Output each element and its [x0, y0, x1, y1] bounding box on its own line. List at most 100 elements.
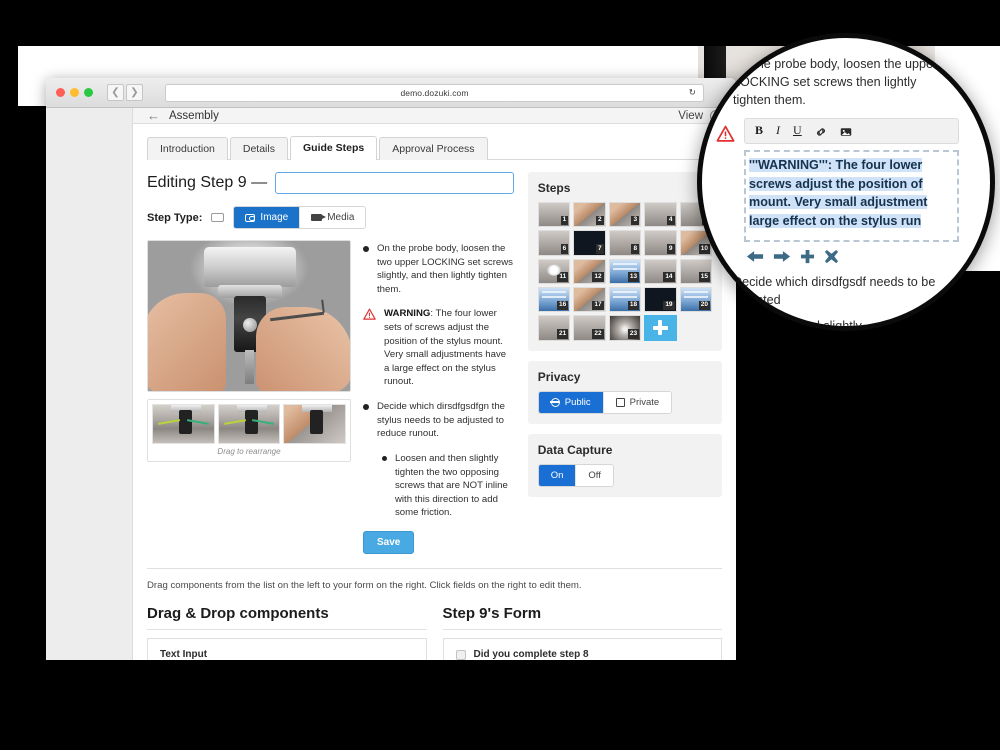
tab-introduction[interactable]: Introduction — [147, 137, 228, 160]
step-form-dropzone[interactable]: Did you complete step 8 — [443, 638, 723, 660]
tab-details[interactable]: Details — [230, 137, 288, 160]
steps-thumbnail-grid[interactable]: 1234567891011121314151617181920212223 — [538, 202, 712, 341]
delete-icon[interactable] — [824, 249, 839, 264]
step-editor-column: Editing Step 9 — Step Type: Image — [147, 172, 514, 554]
image-thumbnail-strip[interactable]: Drag to rearrange — [147, 399, 351, 462]
video-icon — [311, 214, 322, 221]
reload-icon[interactable]: ↻ — [689, 87, 696, 98]
step-thumbnail[interactable]: 22 — [573, 315, 605, 340]
step-thumbnail[interactable]: 18 — [609, 287, 641, 312]
list-item-warning[interactable]: WARNING: The four lower sets of screws a… — [363, 307, 514, 389]
step-thumbnail[interactable]: 16 — [538, 287, 570, 312]
list-item-sub[interactable]: Loosen and then slightly tighten the two… — [382, 452, 514, 520]
card-icon — [211, 213, 224, 222]
step-thumbnail[interactable]: 6 — [538, 230, 570, 255]
privacy-public-button[interactable]: Public — [539, 392, 603, 413]
backdrop-pad-bottom — [18, 660, 928, 676]
window-controls[interactable] — [56, 88, 93, 97]
chevron-left-icon[interactable]: ❮ — [107, 84, 124, 101]
step-thumbnail[interactable]: 23 — [609, 315, 641, 340]
view-label[interactable]: View — [678, 110, 703, 122]
step-form-column: Step 9's Form Did you complete step 8 — [443, 605, 723, 660]
data-capture-on-button[interactable]: On — [539, 465, 576, 486]
step-number-badge: 12 — [592, 272, 603, 282]
step-item-actions[interactable] — [746, 249, 984, 264]
close-icon[interactable] — [56, 88, 65, 97]
privacy-public-label: Public — [565, 397, 591, 408]
privacy-private-button[interactable]: Private — [603, 392, 672, 413]
move-right-icon[interactable] — [773, 249, 791, 264]
step-content-row: Drag to rearrange On the probe body, loo… — [147, 240, 514, 554]
link-icon[interactable] — [815, 125, 827, 137]
instruction-text: Loosen and then slightly tighten the two… — [395, 452, 514, 520]
warning-prefix: WARNING — [384, 308, 430, 319]
thumbnail-item[interactable] — [152, 404, 215, 444]
step-thumbnail[interactable]: 3 — [609, 202, 641, 227]
step-number-badge: 14 — [663, 272, 674, 282]
thumbnail-item[interactable] — [283, 404, 346, 444]
list-item[interactable]: Decide which dirsdfgsdfgn the stylus nee… — [363, 400, 514, 441]
thumbnail-row — [152, 404, 346, 444]
checkbox-label: Did you complete step 8 — [474, 649, 589, 660]
step-thumbnail[interactable]: 9 — [644, 230, 676, 255]
step-title-input[interactable] — [275, 172, 514, 194]
step-thumbnail[interactable]: 8 — [609, 230, 641, 255]
add-icon[interactable] — [800, 249, 815, 264]
minimize-icon[interactable] — [70, 88, 79, 97]
magnified-instruction-text: Loosen and slightly — [754, 318, 969, 331]
chevron-right-icon[interactable]: ❯ — [126, 84, 143, 101]
page-title: Editing Step 9 — — [147, 174, 267, 192]
bullet-dot-icon — [716, 62, 724, 70]
rich-text-toolbar[interactable]: B I U — [744, 118, 959, 144]
breadcrumb[interactable]: ← Assembly — [147, 108, 219, 123]
checkbox-icon[interactable] — [456, 650, 466, 660]
move-left-icon[interactable] — [746, 249, 764, 264]
add-step-button[interactable] — [644, 315, 676, 340]
step-thumbnail[interactable]: 4 — [644, 202, 676, 227]
list-item[interactable]: On the probe body, loosen the two upper … — [363, 242, 514, 296]
globe-icon — [551, 398, 560, 407]
step-thumbnail[interactable]: 12 — [573, 259, 605, 284]
step-form-title: Step 9's Form — [443, 605, 723, 622]
sidebar-column: Steps 1234567891011121314151617181920212… — [528, 172, 722, 554]
step-thumbnail[interactable]: 19 — [644, 287, 676, 312]
step-thumbnail[interactable]: 2 — [573, 202, 605, 227]
media-column: Drag to rearrange — [147, 240, 351, 554]
tab-guide-steps[interactable]: Guide Steps — [290, 136, 377, 160]
step-thumbnail[interactable]: 17 — [573, 287, 605, 312]
address-bar[interactable]: demo.dozuki.com ↻ — [165, 84, 704, 102]
components-list[interactable]: Text Input ABC Numeric Input 123 — [147, 638, 427, 660]
step-thumbnail[interactable]: 21 — [538, 315, 570, 340]
maximize-icon[interactable] — [84, 88, 93, 97]
step-type-image-button[interactable]: Image — [234, 207, 300, 228]
save-button[interactable]: Save — [363, 531, 414, 554]
browser-nav[interactable]: ❮ ❯ — [107, 84, 143, 101]
step-hero-image[interactable] — [147, 240, 351, 392]
step-number-badge: 18 — [628, 301, 639, 311]
privacy-toggle[interactable]: Public Private — [538, 391, 672, 414]
back-arrow-icon[interactable]: ← — [147, 108, 160, 123]
step-thumbnail[interactable]: 11 — [538, 259, 570, 284]
data-capture-toggle[interactable]: On Off — [538, 464, 614, 487]
bold-icon[interactable]: B — [755, 123, 763, 138]
form-field-checkbox[interactable]: Did you complete step 8 — [456, 649, 710, 660]
step-thumbnail[interactable]: 13 — [609, 259, 641, 284]
underline-icon[interactable]: U — [793, 123, 802, 138]
components-column: Drag & Drop components Text Input ABC Nu… — [147, 605, 427, 660]
step-type-media-button[interactable]: Media — [300, 207, 365, 228]
step-thumbnail[interactable]: 1 — [538, 202, 570, 227]
data-capture-panel: Data Capture On Off — [528, 434, 722, 497]
step-thumbnail[interactable]: 14 — [644, 259, 676, 284]
image-icon[interactable] — [840, 125, 852, 137]
thumbnail-item[interactable] — [218, 404, 281, 444]
step-number-badge: 16 — [557, 301, 568, 311]
app-viewport: ← Assembly View Introduction Details Gui… — [46, 108, 736, 660]
step-type-toggle[interactable]: Image Media — [233, 206, 366, 229]
italic-icon[interactable]: I — [776, 123, 780, 138]
data-capture-off-button[interactable]: Off — [575, 465, 613, 486]
bullet-dot-icon — [738, 324, 745, 331]
tab-approval-process[interactable]: Approval Process — [379, 137, 487, 160]
step-thumbnail[interactable]: 7 — [573, 230, 605, 255]
warning-text-editor[interactable]: '''WARNING''': The four lower screws adj… — [744, 150, 959, 243]
tab-bar[interactable]: Introduction Details Guide Steps Approva… — [147, 136, 722, 160]
